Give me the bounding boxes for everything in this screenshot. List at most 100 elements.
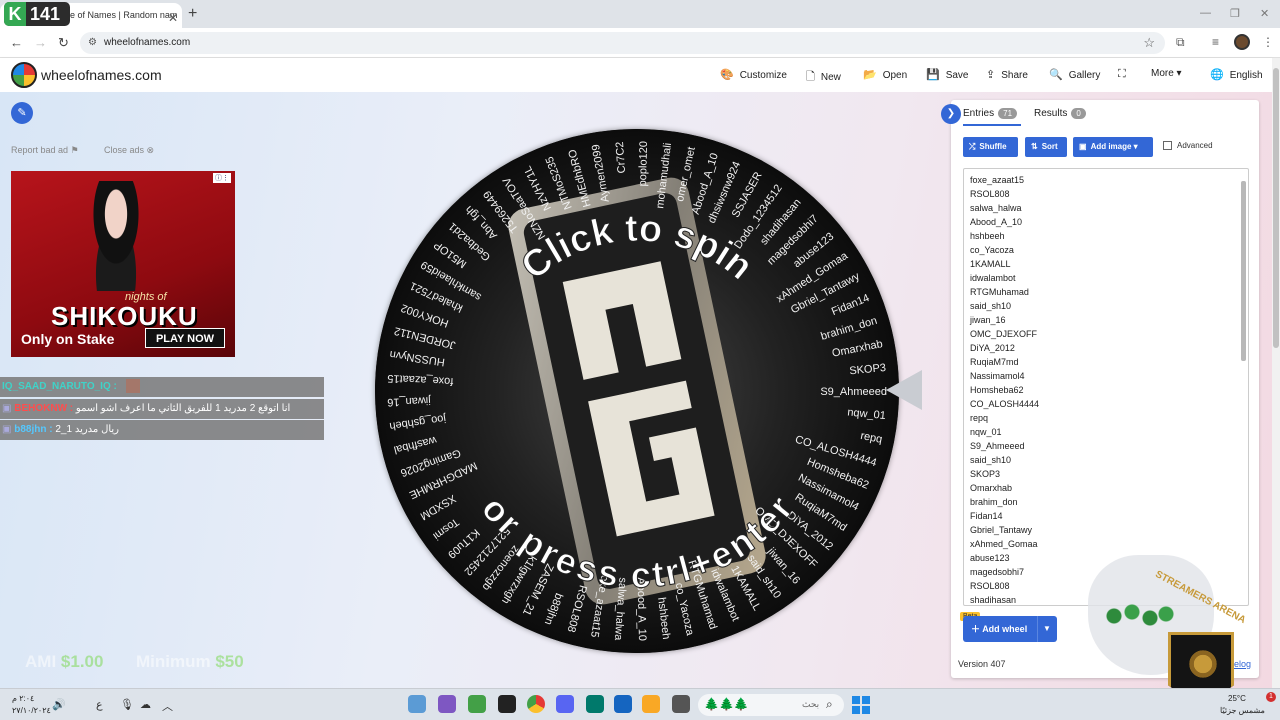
scrollbar-thumb[interactable] (1273, 68, 1279, 348)
store-icon[interactable] (614, 695, 632, 713)
volume-icon[interactable]: 🔊 (52, 698, 66, 711)
site-info-icon[interactable]: ⚙ (88, 37, 97, 48)
fullscreen-button[interactable]: ⛶ (1118, 68, 1132, 81)
tab-entries[interactable]: Entries 71 (963, 108, 1018, 119)
new-tab-icon[interactable]: + (188, 5, 197, 23)
entry-item[interactable]: magedsobhi7 (970, 567, 1024, 577)
gallery-button[interactable]: 🔍 Gallery (1049, 68, 1100, 81)
entry-item[interactable]: shadihasan (970, 595, 1016, 605)
entries-scrollbar[interactable] (1241, 181, 1246, 361)
entry-item[interactable]: RuqiaM7md (970, 357, 1019, 367)
weather-temp[interactable]: 25°C (1228, 694, 1246, 703)
wheel-graphic[interactable]: S9_Ahmeeednqw_01repqCO_ALOSH4444Homsheba… (375, 129, 899, 653)
entry-item[interactable]: RSOL808 (970, 581, 1010, 591)
advanced-checkbox[interactable]: Advanced (1163, 141, 1213, 151)
ad-play-button[interactable]: PLAY NOW (145, 328, 225, 348)
entry-item[interactable]: abuse123 (970, 553, 1010, 563)
windows-start-icon[interactable] (852, 696, 870, 714)
entry-item[interactable]: RTGMuhamad (970, 287, 1029, 297)
entries-textarea[interactable]: foxe_azaat15 RSOL808 salwa_halwa Abood_A_10… (963, 168, 1249, 606)
chevron-up-icon[interactable]: ︿ (162, 698, 173, 714)
entry-item[interactable]: DiYA_2012 (970, 343, 1015, 353)
add-wheel-button[interactable]: ＋ Add wheel ▼ (963, 616, 1057, 642)
chrome-icon[interactable] (527, 695, 545, 713)
app-icon-2[interactable] (438, 695, 456, 713)
bookmark-star-icon[interactable]: ☆ (1143, 35, 1155, 51)
microphone-icon[interactable]: 🎙 (120, 698, 134, 711)
tab-results[interactable]: Results 0 (1034, 108, 1086, 119)
entry-item[interactable]: 1KAMALL (970, 259, 1011, 269)
entry-item[interactable]: salwa_halwa (970, 203, 1022, 213)
new-button[interactable]: 🗋 New (806, 68, 841, 87)
checkbox-icon[interactable] (1163, 141, 1172, 151)
discord-icon[interactable] (556, 695, 574, 713)
back-icon[interactable]: ← (10, 35, 23, 50)
extensions-icon[interactable]: ⧉ (1176, 35, 1185, 50)
spin-wheel[interactable]: S9_Ahmeeed nqw_01 repq CO_ALOSH4444 Homsheba… (375, 129, 899, 653)
entry-item[interactable]: xAhmed_Gomaa (970, 539, 1038, 549)
advertisement-banner[interactable]: ⓘ⋮ nights of SHIKOUKU Only on Stake PLAY… (11, 171, 235, 357)
sort-button[interactable]: ⇅ Sort (1025, 137, 1067, 157)
ad-choices-icon[interactable]: ⓘ⋮ (213, 173, 231, 183)
app-icon-1[interactable] (408, 695, 426, 713)
taskbar-time[interactable]: ٢:٠٤ م (12, 694, 34, 703)
more-menu-button[interactable]: More ▾ (1151, 68, 1182, 79)
cloud-icon[interactable]: ☁ (140, 698, 151, 711)
site-name[interactable]: wheelofnames.com (41, 67, 162, 83)
entry-item[interactable]: RSOL808 (970, 189, 1010, 199)
weather-desc[interactable]: مشمس جزئيًا (1220, 706, 1265, 715)
app-icon-4[interactable] (498, 695, 516, 713)
browser-menu-icon[interactable]: ⋮ (1262, 35, 1274, 49)
entry-item[interactable]: repq (970, 413, 988, 423)
entry-item[interactable]: Homsheba62 (970, 385, 1024, 395)
entry-item[interactable]: jiwan_16 (970, 315, 1006, 325)
entry-item[interactable]: hshbeeh (970, 231, 1005, 241)
entry-item[interactable]: Abood_A_10 (970, 217, 1022, 227)
entry-item[interactable]: idwalambot (970, 273, 1016, 283)
close-ads-link[interactable]: Close ads ⊗ (104, 145, 154, 156)
entry-item[interactable]: co_Yacoza (970, 245, 1014, 255)
entry-item[interactable]: S9_Ahmeeed (970, 441, 1025, 451)
app-icon-7[interactable] (586, 695, 604, 713)
entry-item[interactable]: nqw_01 (970, 427, 1002, 437)
entry-item[interactable]: Omarxhab (970, 483, 1012, 493)
entry-item[interactable]: said_sh10 (970, 301, 1011, 311)
profile-avatar[interactable] (1234, 34, 1250, 50)
shuffle-button[interactable]: ⤮ Shuffle (963, 137, 1018, 157)
edit-pencil-icon[interactable]: ✎ (11, 102, 33, 124)
reload-icon[interactable]: ↻ (58, 35, 69, 51)
notification-badge[interactable]: 1 (1266, 692, 1276, 702)
entry-item[interactable]: Fidan14 (970, 511, 1003, 521)
share-button[interactable]: ⇪ Share (986, 68, 1028, 81)
entry-item[interactable]: OMC_DJEXOFF (970, 329, 1037, 339)
app-icon-3[interactable] (468, 695, 486, 713)
entry-item[interactable]: said_sh10 (970, 455, 1011, 465)
page-scrollbar[interactable] (1272, 58, 1280, 688)
customize-button[interactable]: 🎨 Customize (720, 68, 787, 81)
close-window-icon[interactable]: ✕ (1260, 7, 1269, 20)
minimize-icon[interactable]: — (1200, 7, 1211, 19)
entry-item[interactable]: Nassimamol4 (970, 371, 1025, 381)
entry-item[interactable]: CO_ALOSH4444 (970, 399, 1039, 409)
close-tab-icon[interactable]: ✕ (168, 11, 178, 25)
keyboard-language[interactable]: ع (96, 698, 103, 711)
changelog-link[interactable]: elog (1234, 659, 1251, 669)
taskbar-search-input[interactable]: 🌲🌲🌲 بحث ⌕ (698, 694, 844, 716)
entry-item[interactable]: brahim_don (970, 497, 1018, 507)
site-logo-icon[interactable] (11, 62, 37, 88)
maximize-icon[interactable]: ❐ (1230, 7, 1240, 20)
language-button[interactable]: 🌐 English (1210, 68, 1263, 81)
forward-icon[interactable]: → (34, 35, 47, 50)
entry-item[interactable]: SKOP3 (970, 469, 1000, 479)
save-button[interactable]: 💾 Save (926, 68, 969, 81)
open-button[interactable]: 📂 Open (863, 68, 907, 81)
taskbar-date[interactable]: ٢٧/١٠/٢٠٢٤ (12, 706, 51, 715)
add-image-button[interactable]: ▣ Add image ▾ (1073, 137, 1153, 157)
chevron-down-icon[interactable]: ▼ (1043, 616, 1051, 642)
report-bad-ad-link[interactable]: Report bad ad ⚑ (11, 145, 79, 156)
file-explorer-icon[interactable] (642, 695, 660, 713)
app-icon-10[interactable] (672, 695, 690, 713)
url-field[interactable]: ⚙ wheelofnames.com ☆ (80, 32, 1165, 54)
entry-item[interactable]: foxe_azaat15 (970, 175, 1024, 185)
entry-item[interactable]: Gbriel_Tantawy (970, 525, 1032, 535)
